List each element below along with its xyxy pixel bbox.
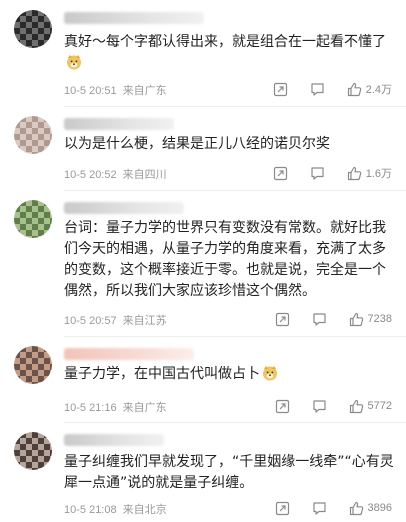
username-blurred[interactable] (64, 348, 194, 360)
reply-button[interactable] (310, 82, 325, 97)
share-button[interactable] (275, 399, 290, 414)
comment-meta: 10-5 21:16 来自广东 (64, 399, 167, 415)
comment-location: 来自四川 (122, 169, 167, 181)
comment-location: 来自北京 (122, 504, 167, 516)
comment-body: 台词：量子力学的世界只有变数没有常数。就好比我们今天的相遇，从量子力学的角度来看… (64, 220, 386, 299)
like-count: 7238 (367, 313, 392, 325)
thumbs-up-icon (347, 166, 361, 180)
comment-time: 10-5 21:16 (64, 402, 117, 414)
comment-actions: 3896 (253, 500, 392, 516)
like-count: 5772 (367, 400, 392, 412)
comment-location: 来自广东 (122, 402, 167, 414)
thumbs-up-icon (349, 312, 363, 326)
comment-meta: 10-5 20:52 来自四川 (64, 166, 167, 182)
reply-button[interactable] (310, 166, 325, 181)
avatar[interactable] (14, 10, 52, 48)
divider (64, 422, 406, 423)
comment-time: 10-5 20:52 (64, 169, 117, 181)
comment-icon (312, 399, 326, 413)
comment-text: 台词：量子力学的世界只有变数没有常数。就好比我们今天的相遇，从量子力学的角度来看… (64, 218, 394, 302)
comment-location: 来自江苏 (122, 315, 167, 327)
comment-body: 以为是什么梗，结果是正儿八经的诺贝尔奖 (64, 136, 330, 152)
username-blurred[interactable] (64, 12, 204, 24)
like-button[interactable]: 5772 (349, 399, 392, 414)
comment-body: 量子力学，在中国古代叫做占卜 (64, 366, 260, 382)
username-blurred[interactable] (64, 202, 184, 214)
avatar[interactable] (14, 116, 52, 154)
like-count: 1.6万 (365, 168, 392, 180)
comment-location: 来自广东 (122, 85, 167, 97)
comment-body: 真好～每个字都认得出来，就是组合在一起看不懂了 (64, 34, 386, 50)
thumbs-up-icon (347, 82, 361, 96)
like-button[interactable]: 2.4万 (347, 81, 392, 97)
comment-meta: 10-5 20:51 来自广东 (64, 82, 167, 98)
doge-emoji (67, 55, 81, 70)
thumbs-up-icon (349, 501, 363, 515)
comment-actions: 5772 (253, 398, 392, 414)
comment-body: 量子纠缠我们早就发现了，“千里姻缘一线牵”“心有灵犀一点通”说的就是量子纠缠。 (64, 454, 394, 491)
divider (64, 106, 406, 107)
like-button[interactable]: 7238 (349, 312, 392, 327)
share-icon (275, 312, 289, 326)
comment-text: 量子力学，在中国古代叫做占卜 (64, 364, 394, 385)
like-count: 3896 (367, 502, 392, 514)
comment-time: 10-5 20:57 (64, 315, 117, 327)
share-icon (273, 166, 287, 180)
thumbs-up-icon (349, 399, 363, 413)
comment-time: 10-5 21:08 (64, 504, 117, 516)
comment-time: 10-5 20:51 (64, 85, 117, 97)
username-blurred[interactable] (64, 118, 174, 130)
comment-actions: 1.6万 (251, 165, 392, 181)
comment-icon (312, 501, 326, 515)
avatar[interactable] (14, 346, 52, 384)
comment-icon (311, 82, 324, 96)
share-icon (275, 501, 289, 515)
comment-actions: 2.4万 (251, 81, 392, 97)
share-button[interactable] (275, 312, 290, 327)
share-button[interactable] (275, 501, 290, 516)
like-button[interactable]: 1.6万 (347, 165, 392, 181)
comment-icon (311, 166, 324, 180)
reply-button[interactable] (312, 399, 327, 414)
share-button[interactable] (273, 166, 288, 181)
reply-button[interactable] (312, 312, 327, 327)
comment-meta: 10-5 21:08 来自北京 (64, 501, 167, 517)
doge-emoji (263, 366, 277, 381)
avatar[interactable] (14, 200, 52, 238)
comment-icon (312, 312, 326, 326)
username-blurred[interactable] (64, 434, 164, 446)
comment-text: 真好～每个字都认得出来，就是组合在一起看不懂了 (64, 32, 394, 74)
reply-button[interactable] (312, 501, 327, 516)
divider (64, 190, 406, 191)
comment-actions: 7238 (253, 311, 392, 327)
comment-text: 以为是什么梗，结果是正儿八经的诺贝尔奖 (64, 134, 394, 155)
divider (64, 336, 406, 337)
share-icon (275, 399, 289, 413)
share-button[interactable] (273, 82, 288, 97)
comment-meta: 10-5 20:57 来自江苏 (64, 312, 167, 328)
share-icon (273, 82, 287, 96)
avatar[interactable] (14, 432, 52, 470)
like-count: 2.4万 (365, 84, 392, 96)
like-button[interactable]: 3896 (349, 501, 392, 516)
comment-list: 真好～每个字都认得出来，就是组合在一起看不懂了 10-5 20:51 来自广东 2… (0, 0, 406, 522)
comment-text: 量子纠缠我们早就发现了，“千里姻缘一线牵”“心有灵犀一点通”说的就是量子纠缠。 (64, 452, 394, 494)
